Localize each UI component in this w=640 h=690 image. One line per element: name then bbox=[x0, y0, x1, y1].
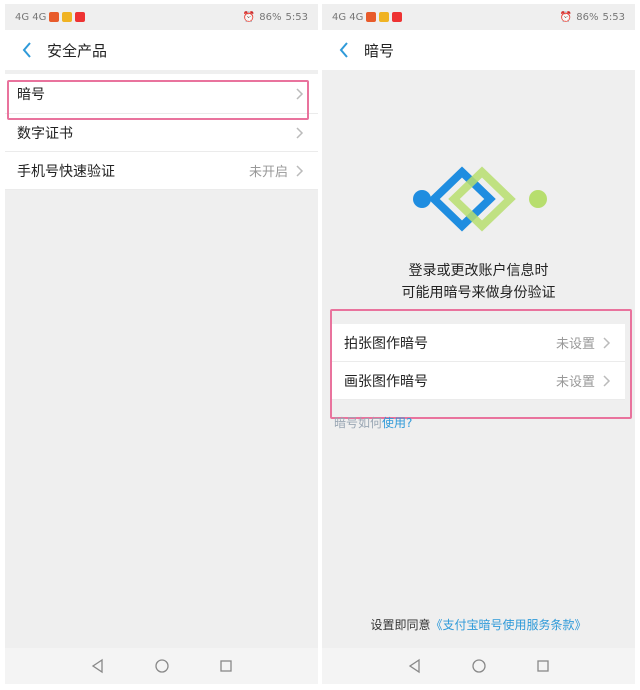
time: 5:53 bbox=[602, 11, 625, 23]
list-item-phone-verify[interactable]: 手机号快速验证 未开启 bbox=[5, 152, 318, 190]
time: 5:53 bbox=[285, 11, 308, 23]
how-to-use-text: 暗号如何 bbox=[334, 416, 383, 430]
phone-screen-right: 4G 4G ⏰ 86% 5:53 暗号 登录或更改账户信息时 可能用暗号来做身份… bbox=[322, 4, 635, 684]
highlight-box bbox=[7, 80, 309, 120]
navigation-bar bbox=[5, 648, 318, 684]
agreement-text: 设置即同意《支付宝暗号使用服务条款》 bbox=[322, 616, 635, 633]
app-notification-icon bbox=[392, 12, 403, 22]
triangle-back-icon[interactable] bbox=[90, 658, 106, 674]
chevron-right-icon bbox=[296, 164, 306, 178]
alarm-icon: ⏰ bbox=[242, 11, 256, 23]
terms-link[interactable]: 《支付宝暗号使用服务条款》 bbox=[431, 618, 587, 632]
circle-home-icon[interactable] bbox=[471, 658, 487, 674]
circle-home-icon[interactable] bbox=[154, 658, 170, 674]
triangle-back-icon[interactable] bbox=[407, 658, 423, 674]
anhao-logo-icon bbox=[413, 166, 547, 232]
list-item-label: 数字证书 bbox=[17, 125, 73, 142]
list-item-value: 未开启 bbox=[248, 165, 288, 180]
agreement-prefix: 设置即同意 bbox=[370, 618, 431, 632]
page-title: 安全产品 bbox=[47, 41, 108, 60]
alarm-icon: ⏰ bbox=[559, 11, 573, 23]
app-notification-icon bbox=[62, 12, 73, 22]
app-notification-icon bbox=[49, 12, 60, 22]
battery-percent: 86% bbox=[576, 11, 599, 23]
square-recent-icon[interactable] bbox=[218, 658, 234, 674]
battery-percent: 86% bbox=[259, 11, 282, 23]
how-to-use-link-text[interactable]: 使用? bbox=[382, 416, 412, 430]
highlight-box bbox=[330, 309, 632, 419]
title-bar: 安全产品 bbox=[5, 30, 318, 70]
chevron-left-icon[interactable] bbox=[334, 40, 354, 60]
signal-text: 4G 4G bbox=[332, 11, 364, 23]
status-bar: 4G 4G ⏰ 86% 5:53 bbox=[322, 4, 635, 30]
description: 登录或更改账户信息时 可能用暗号来做身份验证 bbox=[322, 260, 635, 304]
chevron-left-icon[interactable] bbox=[17, 40, 37, 60]
square-recent-icon[interactable] bbox=[535, 658, 551, 674]
how-to-use-link[interactable]: 暗号如何使用? bbox=[334, 414, 412, 431]
app-notification-icon bbox=[366, 12, 377, 22]
list-item-label: 手机号快速验证 bbox=[17, 163, 115, 180]
app-notification-icon bbox=[75, 12, 86, 22]
phone-screen-left: 4G 4G ⏰ 86% 5:53 安全产品 暗号 数字证书 手机号快速验证 未开… bbox=[5, 4, 318, 684]
page-title: 暗号 bbox=[364, 41, 395, 60]
chevron-right-icon bbox=[296, 126, 306, 140]
signal-text: 4G 4G bbox=[15, 11, 47, 23]
status-bar: 4G 4G ⏰ 86% 5:53 bbox=[5, 4, 318, 30]
description-line-2: 可能用暗号来做身份验证 bbox=[401, 285, 556, 301]
description-line-1: 登录或更改账户信息时 bbox=[408, 263, 549, 279]
title-bar: 暗号 bbox=[322, 30, 635, 70]
app-notification-icon bbox=[379, 12, 390, 22]
navigation-bar bbox=[322, 648, 635, 684]
